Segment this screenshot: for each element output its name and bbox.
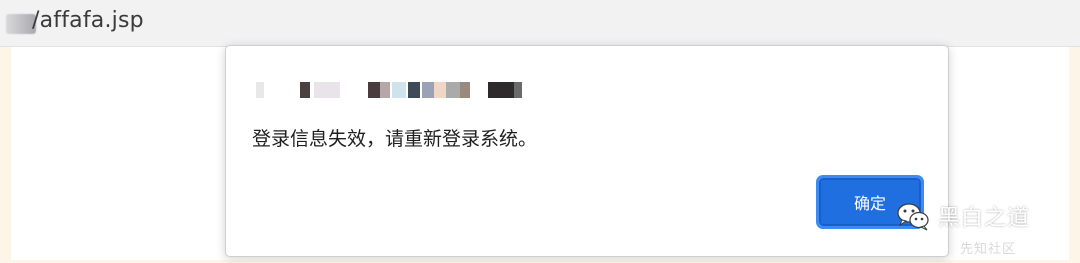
watermark: 黑白之道 — [896, 200, 1030, 232]
url-text[interactable]: /affafa.jsp — [32, 8, 144, 33]
browser-window: /affafa.jsp 登录信息失效，请重新登录系统。 确定 黑白之道 先知社区 — [0, 0, 1080, 263]
dialog-message: 登录信息失效，请重新登录系统。 — [252, 128, 538, 150]
address-bar[interactable]: /affafa.jsp — [0, 0, 1080, 47]
redacted-dialog-title — [256, 82, 566, 98]
watermark-name: 黑白之道 — [938, 206, 1031, 231]
wechat-icon — [897, 203, 929, 231]
alert-dialog: 登录信息失效，请重新登录系统。 确定 — [225, 45, 949, 257]
watermark-community: 先知社区 — [960, 242, 1017, 257]
